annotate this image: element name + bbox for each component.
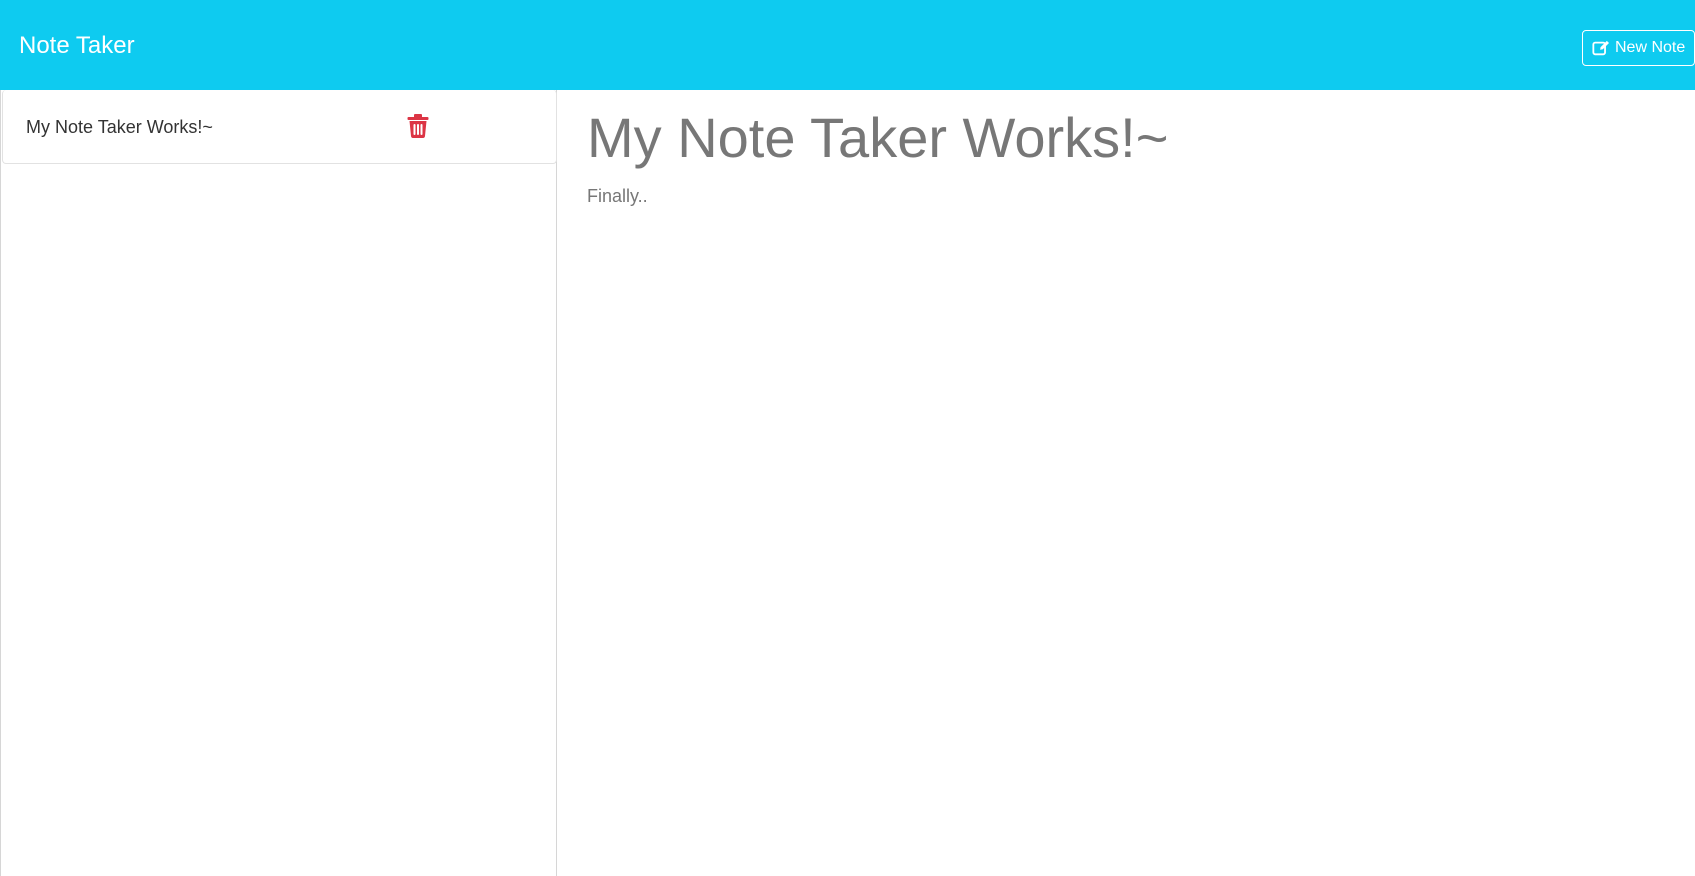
navbar: Note Taker New Note [0,0,1695,90]
new-note-label: New Note [1615,39,1686,56]
trash-icon[interactable] [407,114,429,138]
pen-to-square-icon [1592,40,1610,56]
note-list-item-title[interactable]: My Note Taker Works!~ [26,116,213,138]
note-title[interactable]: My Note Taker Works!~ [587,100,1168,176]
brand-title[interactable]: Note Taker [19,31,135,61]
note-text[interactable]: Finally.. [587,184,648,208]
new-note-button[interactable]: New Note [1582,30,1695,66]
note-list: My Note Taker Works!~ [0,90,557,876]
note-editor: My Note Taker Works!~ Finally.. [557,90,1695,876]
list-item[interactable]: My Note Taker Works!~ [2,90,557,164]
